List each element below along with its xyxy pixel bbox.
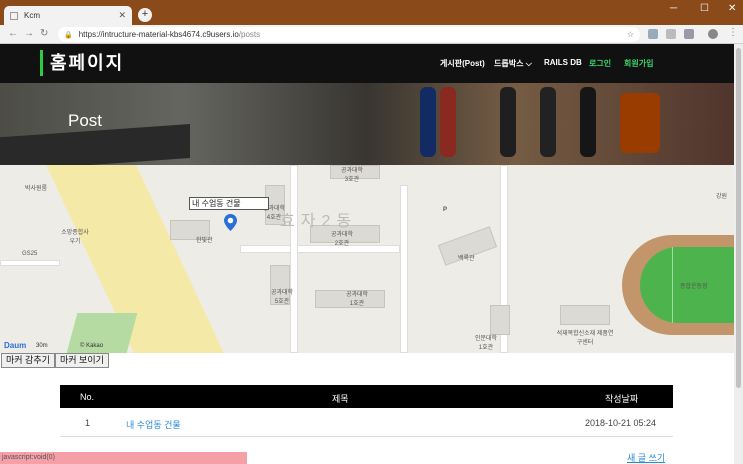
map-scale: 30m xyxy=(36,343,48,349)
row-no: 1 xyxy=(85,418,91,428)
bookmark-star-icon[interactable]: ☆ xyxy=(627,30,634,39)
nav-dropdown-label: 드롭박스 xyxy=(494,59,524,68)
col-no-header: No. xyxy=(80,392,95,402)
row-date: 2018-10-21 05:24 xyxy=(585,418,657,428)
col-title-header: 제목 xyxy=(332,394,349,404)
nav-signup-link[interactable]: 회원가입 xyxy=(624,58,653,69)
tab-close-icon[interactable]: ✕ xyxy=(118,10,126,21)
map-label: 한빛관 xyxy=(196,238,213,244)
map-label: GS25 xyxy=(22,251,38,257)
map-label: 백록관 xyxy=(458,256,475,262)
browser-titlebar: Kcm ✕ + ─ ☐ ✕ xyxy=(0,0,743,25)
map-label: 공과대학 2호관 xyxy=(330,232,354,247)
table-row: 1 내 수업동 건물 2018-10-21 05:24 xyxy=(60,409,673,437)
map-copyright: © Kakao xyxy=(80,343,104,349)
url-path: /posts xyxy=(238,30,261,39)
daum-logo: Daum xyxy=(4,341,27,350)
map-road xyxy=(400,185,408,353)
hide-markers-button[interactable]: 마커 감추기 xyxy=(1,353,55,368)
hero-overlay xyxy=(0,83,734,165)
map-road-main xyxy=(46,165,224,353)
extension-icon[interactable] xyxy=(666,29,676,39)
nav-dropdown-link[interactable]: 드롭박스 ⌵ xyxy=(494,58,532,69)
map-district-label: 효자2동 xyxy=(280,213,358,230)
map-label: 공과대학 1호관 xyxy=(345,292,369,307)
new-tab-button[interactable]: + xyxy=(138,8,152,22)
url-host: https://intructure-material-kbs4674.c9us… xyxy=(78,30,239,39)
col-date-header: 작성날짜 xyxy=(605,394,639,404)
url-input[interactable]: 🔒 https://intructure-material-kbs4674.c9… xyxy=(58,27,640,42)
parking-icon: P xyxy=(443,207,448,213)
tab-favicon-icon xyxy=(10,11,18,20)
map-label: 종합운동장 xyxy=(680,284,708,290)
map-building xyxy=(560,305,610,325)
post-title-link[interactable]: 내 수업동 건물 xyxy=(126,420,181,430)
map-building xyxy=(490,305,510,335)
map-road xyxy=(290,165,298,353)
map-label: 소망종합사우기 xyxy=(61,230,89,245)
tab-title: Kcm xyxy=(24,11,40,20)
map-road xyxy=(0,260,60,266)
chevron-down-icon: ⌵ xyxy=(525,59,532,68)
back-icon[interactable]: ← xyxy=(8,28,18,39)
stadium-line xyxy=(672,247,673,323)
lock-icon: 🔒 xyxy=(64,31,73,39)
reload-icon[interactable]: ↻ xyxy=(40,28,48,39)
map-label: 공과대학 5호관 xyxy=(270,290,294,305)
map-label: 박사원룸 xyxy=(25,186,48,192)
forward-icon[interactable]: → xyxy=(24,28,34,39)
close-window-icon[interactable]: ✕ xyxy=(728,3,736,14)
new-post-link[interactable]: 새 글 쓰기 xyxy=(627,451,665,464)
browser-tab[interactable]: Kcm ✕ xyxy=(4,6,132,25)
minimize-icon[interactable]: ─ xyxy=(670,3,677,14)
extension-icon[interactable] xyxy=(684,29,694,39)
hero-banner: Post xyxy=(0,83,734,165)
nav-rails-db-link[interactable]: RAILS DB xyxy=(544,58,582,67)
address-bar-row: ← → ↻ 🔒 https://intructure-material-kbs4… xyxy=(0,25,743,44)
posts-table-header: No. 제목 작성날짜 xyxy=(60,385,673,408)
map-infowindow[interactable]: 내 수업동 건물 xyxy=(189,197,269,210)
extension-icon[interactable] xyxy=(648,29,658,39)
map-road xyxy=(240,245,400,253)
nav-posts-link[interactable]: 게시판(Post) xyxy=(440,58,485,69)
kakao-map[interactable]: 박사원룸 소망종합사우기 GS25 한빛관 공과대학 4호관 공과대학 3호관 … xyxy=(0,165,734,353)
status-bar-url: javascript:void(0) xyxy=(0,452,247,464)
show-markers-button[interactable]: 마커 보이기 xyxy=(55,353,109,368)
map-label: 인문대학 1호관 xyxy=(474,336,498,351)
map-label: 공과대학 3호관 xyxy=(340,168,364,183)
map-label: 강원 xyxy=(716,194,728,200)
page-title: Post xyxy=(68,111,103,130)
scrollbar-thumb[interactable] xyxy=(736,48,741,388)
maximize-icon[interactable]: ☐ xyxy=(700,3,709,14)
site-brand[interactable]: 홈페이지 xyxy=(40,50,124,76)
nav-login-link[interactable]: 로그인 xyxy=(589,58,611,69)
map-stadium xyxy=(622,235,734,335)
profile-avatar-icon[interactable] xyxy=(708,29,718,39)
menu-kebab-icon[interactable]: ⋮ xyxy=(728,27,738,38)
map-label: 석재복합신소재 제품연구센터 xyxy=(556,331,614,346)
map-marker-icon[interactable] xyxy=(224,214,237,231)
